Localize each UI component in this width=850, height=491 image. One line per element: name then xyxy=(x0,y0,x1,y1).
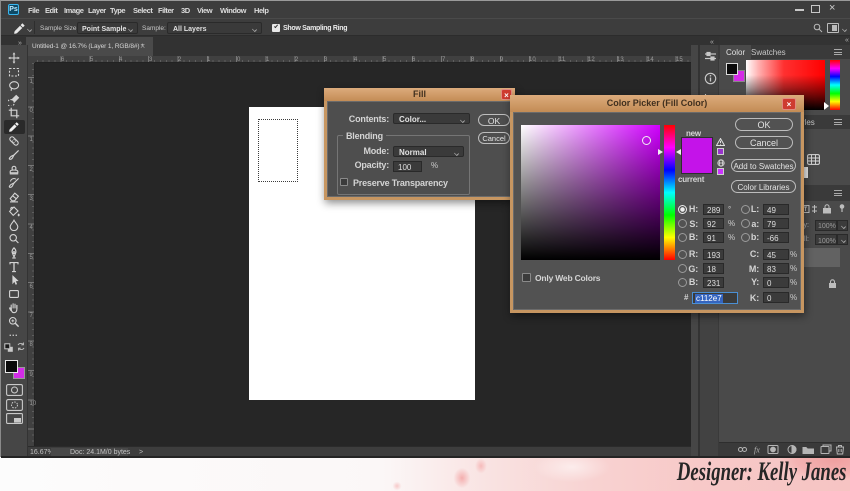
svg-text:fx: fx xyxy=(754,446,760,455)
